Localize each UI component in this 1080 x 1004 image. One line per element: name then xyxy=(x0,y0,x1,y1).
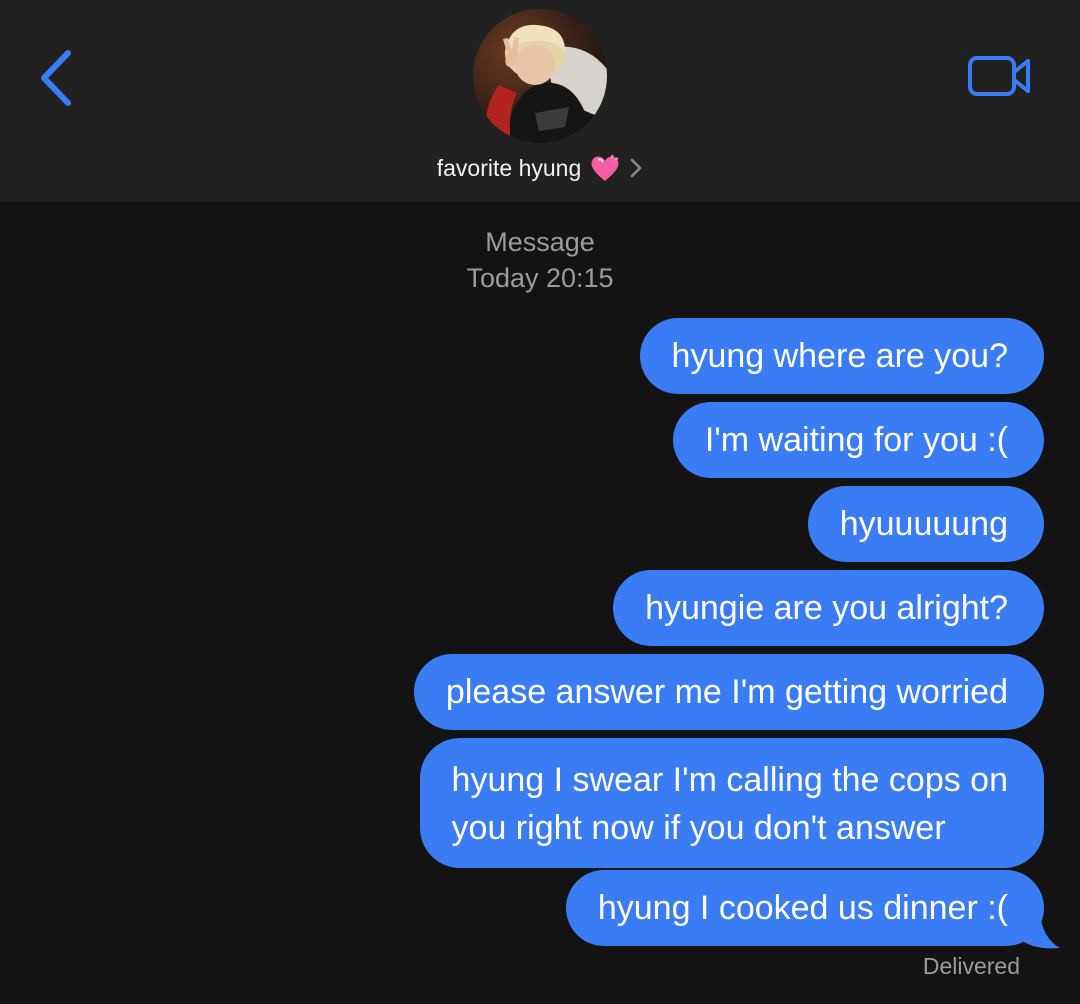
delivery-status: Delivered xyxy=(922,953,1020,979)
avatar[interactable] xyxy=(473,9,607,143)
video-call-button[interactable] xyxy=(966,52,1034,100)
service-label: Message xyxy=(485,227,595,257)
message-line: hyung I swear I'm calling the cops on xyxy=(451,761,1008,799)
message-line: you right now if you don't answer xyxy=(451,809,946,847)
video-camera-icon xyxy=(968,56,1030,96)
sent-message-bubble[interactable]: hyungie are you alright? xyxy=(613,570,1044,646)
bubble-tail xyxy=(1020,912,1060,949)
back-button[interactable] xyxy=(34,48,78,108)
sent-message-bubble[interactable]: please answer me I'm getting worried xyxy=(413,654,1044,730)
sent-message-bubble[interactable]: hyung I cooked us dinner :( xyxy=(565,870,1044,946)
chevron-left-icon xyxy=(41,50,71,106)
conversation-header: favorite hyung xyxy=(0,0,1080,202)
sent-message-bubble[interactable]: hyung where are you? xyxy=(639,318,1044,394)
sent-message-bubble[interactable]: hyung I swear I'm calling the cops on yo… xyxy=(419,738,1044,868)
chevron-right-icon xyxy=(630,158,642,178)
contact-name: favorite hyung xyxy=(436,154,582,181)
contact-info-button[interactable]: favorite hyung xyxy=(0,150,1080,186)
sent-message-bubble[interactable]: I'm waiting for you :( xyxy=(672,402,1044,478)
timestamp: Today 20:15 xyxy=(466,263,614,293)
heart-emoji xyxy=(591,154,619,181)
conversation-meta: Message Today 20:15 xyxy=(0,224,1080,296)
sent-message-bubble[interactable]: hyuuuuung xyxy=(807,486,1044,562)
